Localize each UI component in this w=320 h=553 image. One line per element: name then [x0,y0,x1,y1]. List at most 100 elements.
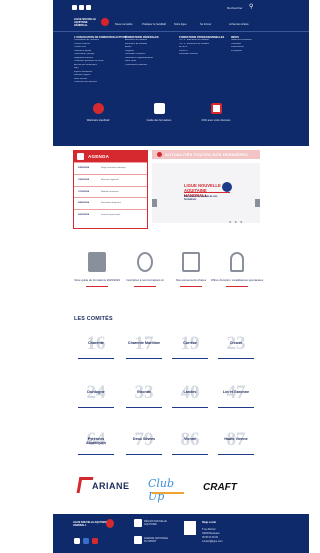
facebook-icon[interactable] [74,538,80,544]
comite-name: Haute Vienne [224,437,248,441]
quick-link-fod[interactable]: FOD avec votre données [196,103,236,122]
comite-underline [172,454,208,456]
menu-link[interactable]: Formation continue [179,53,231,57]
footer-phone[interactable]: 05 56 00 00 00 [202,536,218,539]
comite-card[interactable]: 86 Vienne [172,428,208,468]
menu-link[interactable]: Inscriptions [231,50,279,54]
menu-link[interactable]: Protection des données [74,81,126,85]
mail-icon [210,103,222,114]
pub-underline [86,285,108,287]
comite-name: Charente [88,341,104,345]
slide-divider [184,192,230,193]
calendar-icon [182,252,200,272]
comite-underline [126,454,162,456]
comite-card[interactable]: 79 Deux Sèvres [126,428,162,468]
pub-underline [180,285,202,287]
partner-name: CRAFT [203,482,237,493]
signature-icon [137,252,153,272]
agenda-row[interactable]: 10/02/2024 Réunion régionale [74,173,147,186]
news-header: ACTUALITÉS TOUTES NOS DERNIÈRES [152,150,260,159]
news-bullet-icon [157,152,162,157]
menu-link[interactable]: Certifications fédérales [125,64,177,68]
partner-logo-ariane[interactable]: ARIANE [76,475,130,505]
comite-underline [172,407,208,409]
comites-title: LES COMITÉS [74,316,113,322]
carousel-dots[interactable]: ● ● ● [229,219,243,224]
comite-card[interactable]: 47 Lot et Garonne [218,381,254,421]
instagram-icon[interactable] [83,538,89,544]
news-title: ACTUALITÉS TOUTES NOS DERNIÈRES [165,152,249,157]
comite-card[interactable]: 40 Landes [172,381,208,421]
menu-column-association: L'ASSOCIATION DE FORMATION ACTIVITÉ Prés… [74,36,127,85]
youtube-icon[interactable] [92,538,98,544]
book-icon [153,103,165,114]
footer-partner-ans: AGENCE NATIONALE DU SPORT [144,537,169,544]
comite-card[interactable]: 33 Gironde [126,381,162,421]
nav-item-pratiquer[interactable]: Pratiquer le handball [142,23,166,26]
search-label[interactable]: Rechercher [227,6,243,10]
site-logo[interactable]: LIGUE NOUVELLE AQUITAINE HANDBALL [74,17,112,27]
agenda-text: Journée sport santé [101,214,121,217]
nav-item-notre-ligue[interactable]: Notre ligue [174,23,187,26]
pub-emploi[interactable]: Offres d'emploi / candidatures spontanée… [208,252,266,287]
agenda-row[interactable]: 17/02/2024 Module entraîneur [74,185,147,198]
footer-logo-icon [106,519,114,528]
comite-name: Gironde [136,390,152,394]
handball-logo-icon [101,18,109,26]
pub-underline [134,285,156,287]
nav-item-nous-connaitre[interactable]: Nous connaître [115,23,133,26]
news-slide[interactable]: LIGUE NOUVELLE AQUITAINE HANDBALL Découv… [152,163,260,223]
slide-caption: Découvrez l'ensemble de nos formations [184,195,218,201]
quick-link-webinaire[interactable]: Webinaire Handball [78,103,118,122]
comite-underline [126,407,162,409]
agenda-row[interactable]: 24/02/2024 Formation dirigeants [74,197,147,209]
logo-text: LIGUE NOUVELLE AQUITAINE HANDBALL [74,18,96,27]
comite-name: Landes [183,390,197,394]
youtube-icon[interactable] [86,5,91,10]
footer-address-title: Siège social [202,521,216,524]
comite-card[interactable]: 19 Corrèze [172,332,208,372]
agenda-row[interactable]: 02/03/2024 Journée sport santé [74,209,147,221]
comite-name: Creuse [229,341,243,345]
agenda-text: Module entraîneur [101,190,119,193]
menu-column-federales: FORMATIONS FÉDÉRALES Animateur de handba… [125,36,177,67]
partner-logo-craft[interactable]: CRAFT [203,475,255,505]
news-panel: ACTUALITÉS TOUTES NOS DERNIÈRES LIGUE NO… [152,150,262,226]
comite-card[interactable]: 24 Dordogne [78,381,114,421]
comite-underline [218,358,254,360]
comite-underline [126,358,162,360]
comite-card[interactable]: 87 Haute Vienne [218,428,254,468]
agenda-text: Formation dirigeants [101,202,121,205]
comite-card[interactable]: 23 Creuse [218,332,254,372]
agenda-text: Réunion régionale [101,178,119,181]
comite-underline [78,358,114,360]
region-logo-icon [134,519,142,527]
calendar-icon [77,153,84,160]
comite-name: Corrèze [183,341,197,345]
agenda-row[interactable]: 03/02/2024 Stage formation arbitrage [74,162,147,174]
next-arrow-icon[interactable] [255,199,260,207]
footer-email[interactable]: contact@ligue.com [202,540,222,543]
comite-underline [218,454,254,456]
handball-icon [222,182,232,192]
facebook-icon[interactable] [72,5,77,10]
nav-item-achat-tickets[interactable]: Achat des tickets [229,23,249,26]
quick-link-guide[interactable]: Guide des formations [139,103,179,122]
comite-card[interactable]: 64 Pyrénées Atlantiques [78,428,114,468]
comite-card[interactable]: 16 Charente [78,332,114,372]
agenda-panel: AGENDA 03/02/2024 Stage formation arbitra… [73,150,148,229]
comite-card[interactable]: 17 Charente Maritime [126,332,162,372]
partner-logo-clubup[interactable]: Club Up [148,475,190,505]
search-icon[interactable]: ⚲ [249,4,253,10]
nav-item-se-former[interactable]: Se former [200,23,211,26]
comite-name: Lot et Garonne [222,390,250,394]
site-header: Rechercher ⚲ LIGUE NOUVELLE AQUITAINE HA… [53,0,309,146]
comite-name: Vienne [183,437,197,441]
agenda-title: AGENDA [88,154,110,159]
comite-underline [218,407,254,409]
prev-arrow-icon[interactable] [152,199,157,207]
quick-link-label: FOD avec votre données [201,119,231,122]
instagram-icon[interactable] [79,5,84,10]
comite-name: Charente Maritime [127,341,161,345]
clubup-underline [152,492,184,494]
